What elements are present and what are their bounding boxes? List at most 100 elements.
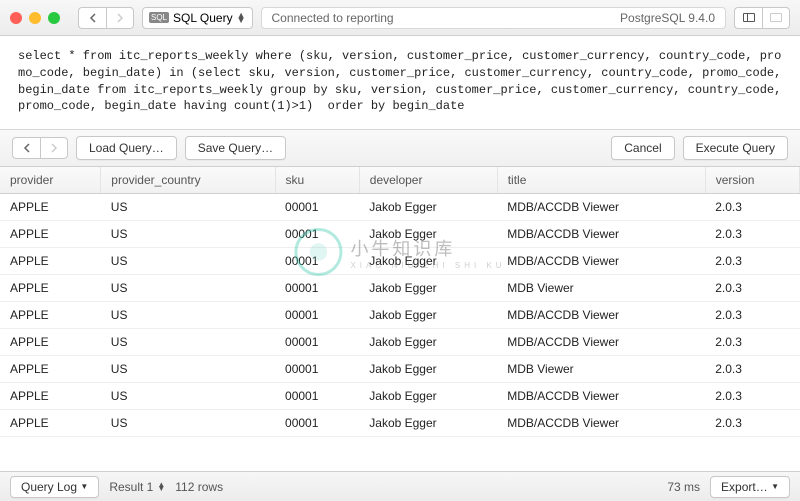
table-cell: MDB Viewer bbox=[497, 275, 705, 302]
result-selector[interactable]: Result 1 ▲▼ bbox=[109, 480, 165, 494]
table-cell: MDB/ACCDB Viewer bbox=[497, 329, 705, 356]
table-cell: 2.0.3 bbox=[705, 383, 799, 410]
export-button[interactable]: Export… ▼ bbox=[710, 476, 790, 498]
minimize-icon[interactable] bbox=[29, 12, 41, 24]
table-row[interactable]: APPLEUS00001Jakob EggerMDB/ACCDB Viewer2… bbox=[0, 248, 800, 275]
next-result-button[interactable] bbox=[40, 137, 68, 159]
table-cell: Jakob Egger bbox=[359, 410, 497, 437]
table-cell: US bbox=[101, 356, 275, 383]
table-cell: Jakob Egger bbox=[359, 194, 497, 221]
table-cell: APPLE bbox=[0, 221, 101, 248]
table-row[interactable]: APPLEUS00001Jakob EggerMDB/ACCDB Viewer2… bbox=[0, 329, 800, 356]
save-query-button[interactable]: Save Query… bbox=[185, 136, 286, 160]
status-bar: Query Log ▼ Result 1 ▲▼ 112 rows 73 ms E… bbox=[0, 471, 800, 501]
chevron-down-icon: ▼ bbox=[80, 482, 88, 491]
single-pane-icon bbox=[770, 13, 782, 22]
table-cell: Jakob Egger bbox=[359, 383, 497, 410]
back-button[interactable] bbox=[78, 7, 106, 29]
table-cell: Jakob Egger bbox=[359, 329, 497, 356]
table-cell: APPLE bbox=[0, 383, 101, 410]
view-mode-segment bbox=[734, 7, 790, 29]
table-cell: 2.0.3 bbox=[705, 329, 799, 356]
table-cell: 2.0.3 bbox=[705, 356, 799, 383]
table-row[interactable]: APPLEUS00001Jakob EggerMDB/ACCDB Viewer2… bbox=[0, 383, 800, 410]
sql-badge-icon: SQL bbox=[149, 12, 169, 23]
close-icon[interactable] bbox=[10, 12, 22, 24]
table-cell: APPLE bbox=[0, 275, 101, 302]
table-cell: US bbox=[101, 275, 275, 302]
table-cell: Jakob Egger bbox=[359, 275, 497, 302]
query-type-label: SQL Query bbox=[173, 11, 233, 25]
column-header[interactable]: provider_country bbox=[101, 167, 275, 194]
row-count-label: 112 rows bbox=[175, 480, 223, 494]
table-cell: Jakob Egger bbox=[359, 248, 497, 275]
table-cell: APPLE bbox=[0, 410, 101, 437]
query-type-selector[interactable]: SQL SQL Query ▲▼ bbox=[142, 7, 253, 29]
table-row[interactable]: APPLEUS00001Jakob EggerMDB Viewer2.0.3 bbox=[0, 356, 800, 383]
table-cell: MDB/ACCDB Viewer bbox=[497, 248, 705, 275]
table-cell: 00001 bbox=[275, 194, 359, 221]
split-view-button[interactable] bbox=[734, 7, 762, 29]
traffic-lights bbox=[10, 12, 60, 24]
table-cell: Jakob Egger bbox=[359, 302, 497, 329]
db-version-label: PostgreSQL 9.4.0 bbox=[620, 11, 715, 25]
table-cell: 00001 bbox=[275, 302, 359, 329]
column-header[interactable]: provider bbox=[0, 167, 101, 194]
table-cell: US bbox=[101, 302, 275, 329]
table-cell: Jakob Egger bbox=[359, 356, 497, 383]
table-cell: US bbox=[101, 383, 275, 410]
table-cell: US bbox=[101, 221, 275, 248]
table-cell: 00001 bbox=[275, 221, 359, 248]
split-pane-icon bbox=[743, 13, 755, 22]
table-cell: MDB/ACCDB Viewer bbox=[497, 383, 705, 410]
table-cell: 2.0.3 bbox=[705, 275, 799, 302]
forward-button[interactable] bbox=[106, 7, 134, 29]
table-cell: 2.0.3 bbox=[705, 221, 799, 248]
table-cell: 00001 bbox=[275, 275, 359, 302]
table-cell: APPLE bbox=[0, 329, 101, 356]
prev-result-button[interactable] bbox=[12, 137, 40, 159]
table-cell: MDB Viewer bbox=[497, 356, 705, 383]
table-row[interactable]: APPLEUS00001Jakob EggerMDB/ACCDB Viewer2… bbox=[0, 410, 800, 437]
connection-label: Connected to reporting bbox=[272, 11, 394, 25]
query-log-button[interactable]: Query Log ▼ bbox=[10, 476, 99, 498]
table-cell: 2.0.3 bbox=[705, 302, 799, 329]
execute-query-button[interactable]: Execute Query bbox=[683, 136, 788, 160]
connection-status: Connected to reporting PostgreSQL 9.4.0 bbox=[261, 7, 726, 29]
table-cell: MDB/ACCDB Viewer bbox=[497, 194, 705, 221]
sql-editor[interactable]: select * from itc_reports_weekly where (… bbox=[0, 36, 800, 129]
results-grid[interactable]: providerprovider_countryskudevelopertitl… bbox=[0, 167, 800, 471]
table-cell: 2.0.3 bbox=[705, 410, 799, 437]
table-cell: US bbox=[101, 329, 275, 356]
table-row[interactable]: APPLEUS00001Jakob EggerMDB Viewer2.0.3 bbox=[0, 275, 800, 302]
chevron-down-icon: ▼ bbox=[771, 482, 779, 491]
table-cell: US bbox=[101, 410, 275, 437]
table-cell: 2.0.3 bbox=[705, 194, 799, 221]
cancel-button[interactable]: Cancel bbox=[611, 136, 674, 160]
chevron-updown-icon: ▲▼ bbox=[157, 483, 165, 491]
column-header[interactable]: version bbox=[705, 167, 799, 194]
table-row[interactable]: APPLEUS00001Jakob EggerMDB/ACCDB Viewer2… bbox=[0, 302, 800, 329]
history-nav bbox=[78, 7, 134, 29]
column-header[interactable]: developer bbox=[359, 167, 497, 194]
table-cell: APPLE bbox=[0, 302, 101, 329]
table-cell: MDB/ACCDB Viewer bbox=[497, 221, 705, 248]
table-cell: 00001 bbox=[275, 248, 359, 275]
table-row[interactable]: APPLEUS00001Jakob EggerMDB/ACCDB Viewer2… bbox=[0, 221, 800, 248]
column-header[interactable]: sku bbox=[275, 167, 359, 194]
query-toolbar: Load Query… Save Query… Cancel Execute Q… bbox=[0, 129, 800, 167]
table-cell: US bbox=[101, 248, 275, 275]
zoom-icon[interactable] bbox=[48, 12, 60, 24]
table-cell: 00001 bbox=[275, 356, 359, 383]
column-header[interactable]: title bbox=[497, 167, 705, 194]
table-row[interactable]: APPLEUS00001Jakob EggerMDB/ACCDB Viewer2… bbox=[0, 194, 800, 221]
load-query-button[interactable]: Load Query… bbox=[76, 136, 177, 160]
table-cell: Jakob Egger bbox=[359, 221, 497, 248]
window-titlebar: SQL SQL Query ▲▼ Connected to reporting … bbox=[0, 0, 800, 36]
table-cell: 2.0.3 bbox=[705, 248, 799, 275]
table-cell: APPLE bbox=[0, 194, 101, 221]
single-view-button[interactable] bbox=[762, 7, 790, 29]
table-cell: MDB/ACCDB Viewer bbox=[497, 410, 705, 437]
table-cell: APPLE bbox=[0, 248, 101, 275]
timing-label: 73 ms bbox=[667, 480, 700, 494]
